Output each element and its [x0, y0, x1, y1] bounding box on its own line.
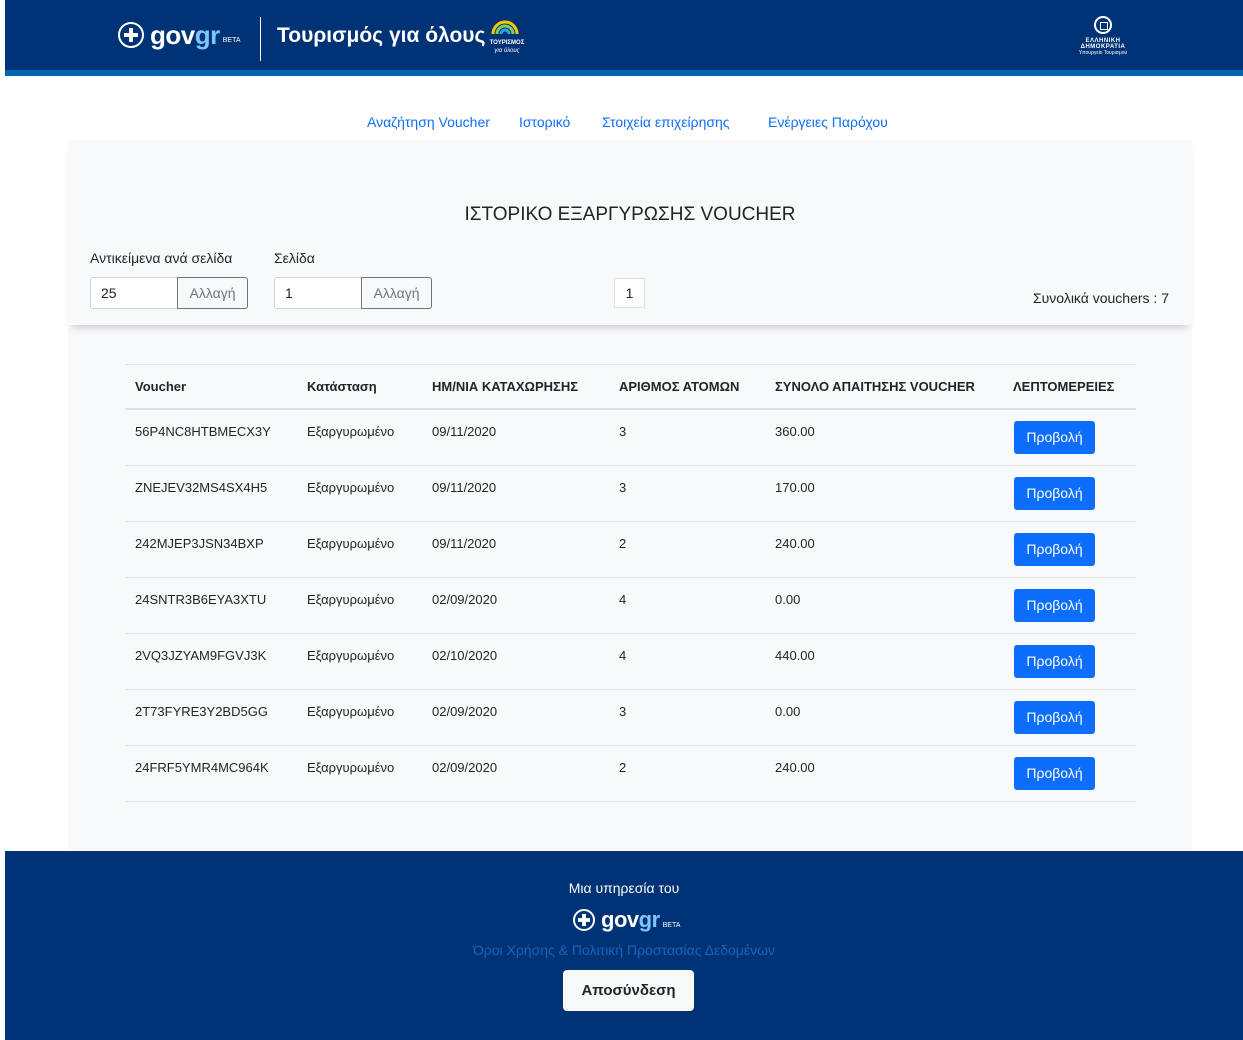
- cell-status: Εξαργυρωμένο: [307, 536, 395, 551]
- table-row: ZNEJEV32MS4SX4H5 Εξαργυρωμένο 09/11/2020 3 1…: [125, 466, 1136, 522]
- header-divider: [260, 17, 261, 61]
- col-date: ΗΜ/ΝΙΑ ΚΑΤΑΧΩΡΗΣΗΣ: [432, 379, 579, 394]
- beta-badge: BETA: [222, 36, 241, 44]
- tourism-for-all-logo: ΤΟΥΡΙΣΜΟΣ για όλους: [477, 14, 537, 60]
- cell-status: Εξαργυρωμένο: [307, 592, 395, 607]
- nav-search-voucher[interactable]: Αναζήτηση Voucher: [367, 114, 490, 130]
- view-button[interactable]: Προβολή: [1014, 533, 1095, 566]
- page-input[interactable]: [274, 277, 362, 309]
- page-title: ΙΣΤΟΡΙΚΟ ΕΞΑΡΓΥΡΩΣΗΣ VOUCHER: [464, 204, 796, 225]
- greek-cross-icon: [573, 909, 595, 931]
- voucher-history-table: Voucher Κατάσταση ΗΜ/ΝΙΑ ΚΑΤΑΧΩΡΗΣΗΣ ΑΡΙ…: [125, 364, 1136, 802]
- cell-voucher: 24SNTR3B6EYA3XTU: [135, 592, 267, 607]
- cell-voucher: 242MJEP3JSN34BXP: [135, 536, 264, 551]
- col-total: ΣΥΝΟΛΟ ΑΠΑΙΤΗΣΗΣ VOUCHER: [775, 379, 975, 394]
- republic-seal-icon: [1094, 16, 1112, 34]
- table-row: 56P4NC8HTBMECX3Y Εξαργυρωμένο 09/11/2020 3 3…: [125, 410, 1136, 466]
- main-nav: Αναζήτηση Voucher Ιστορικό Στοιχεία επιχ…: [0, 112, 1243, 132]
- cell-total: 240.00: [775, 760, 815, 775]
- cell-voucher: ZNEJEV32MS4SX4H5: [135, 480, 268, 495]
- cell-date: 09/11/2020: [432, 424, 497, 439]
- terms-link[interactable]: Όροι Χρήσης & Πολιτική Προστασίας Δεδομέ…: [5, 942, 1243, 958]
- cell-status: Εξαργυρωμένο: [307, 424, 395, 439]
- cell-people: 3: [619, 424, 627, 439]
- nav-history[interactable]: Ιστορικό: [519, 114, 570, 130]
- col-voucher: Voucher: [135, 379, 187, 394]
- nav-business-details[interactable]: Στοιχεία επιχείρησης: [602, 114, 730, 130]
- cell-status: Εξαργυρωμένο: [307, 760, 395, 775]
- service-of-label: Μια υπηρεσία του: [568, 880, 680, 896]
- col-status: Κατάσταση: [307, 379, 377, 394]
- table-row: 24SNTR3B6EYA3XTU Εξαργυρωμένο 02/09/2020 4 0…: [125, 578, 1136, 634]
- govgr-logo[interactable]: govgr BETA: [118, 17, 241, 53]
- per-page-input[interactable]: [90, 277, 178, 309]
- pagination-page-1[interactable]: 1: [614, 278, 645, 308]
- hellenic-republic-logo: ΕΛΛΗΝΙΚΗ ΔΗΜΟΚΡΑΤΙΑ Υπουργείο Τουρισμού: [1063, 16, 1143, 56]
- top-header: govgr BETA Τουρισμός για όλους ΤΟΥΡΙΣΜΟΣ…: [5, 0, 1243, 76]
- cell-total: 0.00: [775, 592, 801, 607]
- cell-people: 4: [619, 648, 627, 663]
- cell-total: 360.00: [775, 424, 815, 439]
- cell-date: 09/11/2020: [432, 536, 497, 551]
- table-row: 2T73FYRE3Y2BD5GG Εξαργυρωμένο 02/09/2020 3 0…: [125, 690, 1136, 746]
- cell-date: 02/09/2020: [432, 592, 498, 607]
- total-vouchers: Συνολικά vouchers : 7: [1032, 290, 1169, 306]
- cell-people: 3: [619, 480, 627, 495]
- view-button[interactable]: Προβολή: [1014, 589, 1095, 622]
- cell-status: Εξαργυρωμένο: [307, 480, 395, 495]
- table-row: 24FRF5YMR4MC964K Εξαργυρωμένο 02/09/2020 2 2…: [125, 746, 1136, 802]
- cell-people: 4: [619, 592, 627, 607]
- cell-people: 3: [619, 704, 627, 719]
- per-page-change-button[interactable]: Αλλαγή: [177, 277, 248, 309]
- nav-provider-actions[interactable]: Ενέργειες Παρόχου: [768, 114, 888, 130]
- cell-total: 240.00: [775, 536, 815, 551]
- cell-voucher: 2T73FYRE3Y2BD5GG: [135, 704, 268, 719]
- view-button[interactable]: Προβολή: [1014, 701, 1095, 734]
- per-page-label: Αντικείμενα ανά σελίδα: [90, 250, 233, 266]
- view-button[interactable]: Προβολή: [1014, 421, 1095, 454]
- cell-total: 0.00: [775, 704, 801, 719]
- beta-badge: BETA: [662, 921, 681, 929]
- cell-people: 2: [619, 536, 627, 551]
- view-button[interactable]: Προβολή: [1014, 477, 1095, 510]
- table-row: 242MJEP3JSN34BXP Εξαργυρωμένο 09/11/2020 2 2…: [125, 522, 1136, 578]
- cell-voucher: 2VQ3JZYAM9FGVJ3K: [135, 648, 267, 663]
- table-header: Voucher Κατάσταση ΗΜ/ΝΙΑ ΚΑΤΑΧΩΡΗΣΗΣ ΑΡΙ…: [125, 364, 1136, 410]
- sun-icon: [491, 20, 519, 35]
- page-label: Σελίδα: [274, 250, 315, 266]
- footer-govgr-logo[interactable]: govgr BETA: [573, 907, 680, 933]
- cell-date: 02/09/2020: [432, 704, 498, 719]
- view-button[interactable]: Προβολή: [1014, 645, 1095, 678]
- cell-people: 2: [619, 760, 627, 775]
- table-row: 2VQ3JZYAM9FGVJ3K Εξαργυρωμένο 02/10/2020 4 4…: [125, 634, 1136, 690]
- footer: Μια υπηρεσία του govgr BETA Όροι Χρήσης …: [5, 851, 1243, 1040]
- cell-status: Εξαργυρωμένο: [307, 648, 395, 663]
- cell-date: 09/11/2020: [432, 480, 497, 495]
- col-people: ΑΡΙΘΜΟΣ ΑΤΟΜΩΝ: [619, 379, 740, 394]
- cell-status: Εξαργυρωμένο: [307, 704, 395, 719]
- view-button[interactable]: Προβολή: [1014, 757, 1095, 790]
- cell-total: 170.00: [775, 480, 815, 495]
- greek-cross-icon: [118, 22, 144, 48]
- cell-date: 02/09/2020: [432, 760, 498, 775]
- logout-button[interactable]: Αποσύνδεση: [563, 970, 694, 1011]
- cell-voucher: 56P4NC8HTBMECX3Y: [135, 424, 271, 439]
- page-change-button[interactable]: Αλλαγή: [361, 277, 432, 309]
- cell-total: 440.00: [775, 648, 815, 663]
- cell-date: 02/10/2020: [432, 648, 498, 663]
- cell-voucher: 24FRF5YMR4MC964K: [135, 760, 269, 775]
- app-title: Τουρισμός για όλους: [277, 24, 486, 47]
- col-details: ΛΕΠΤΟΜΕΡΕΙΕΣ: [1013, 379, 1115, 394]
